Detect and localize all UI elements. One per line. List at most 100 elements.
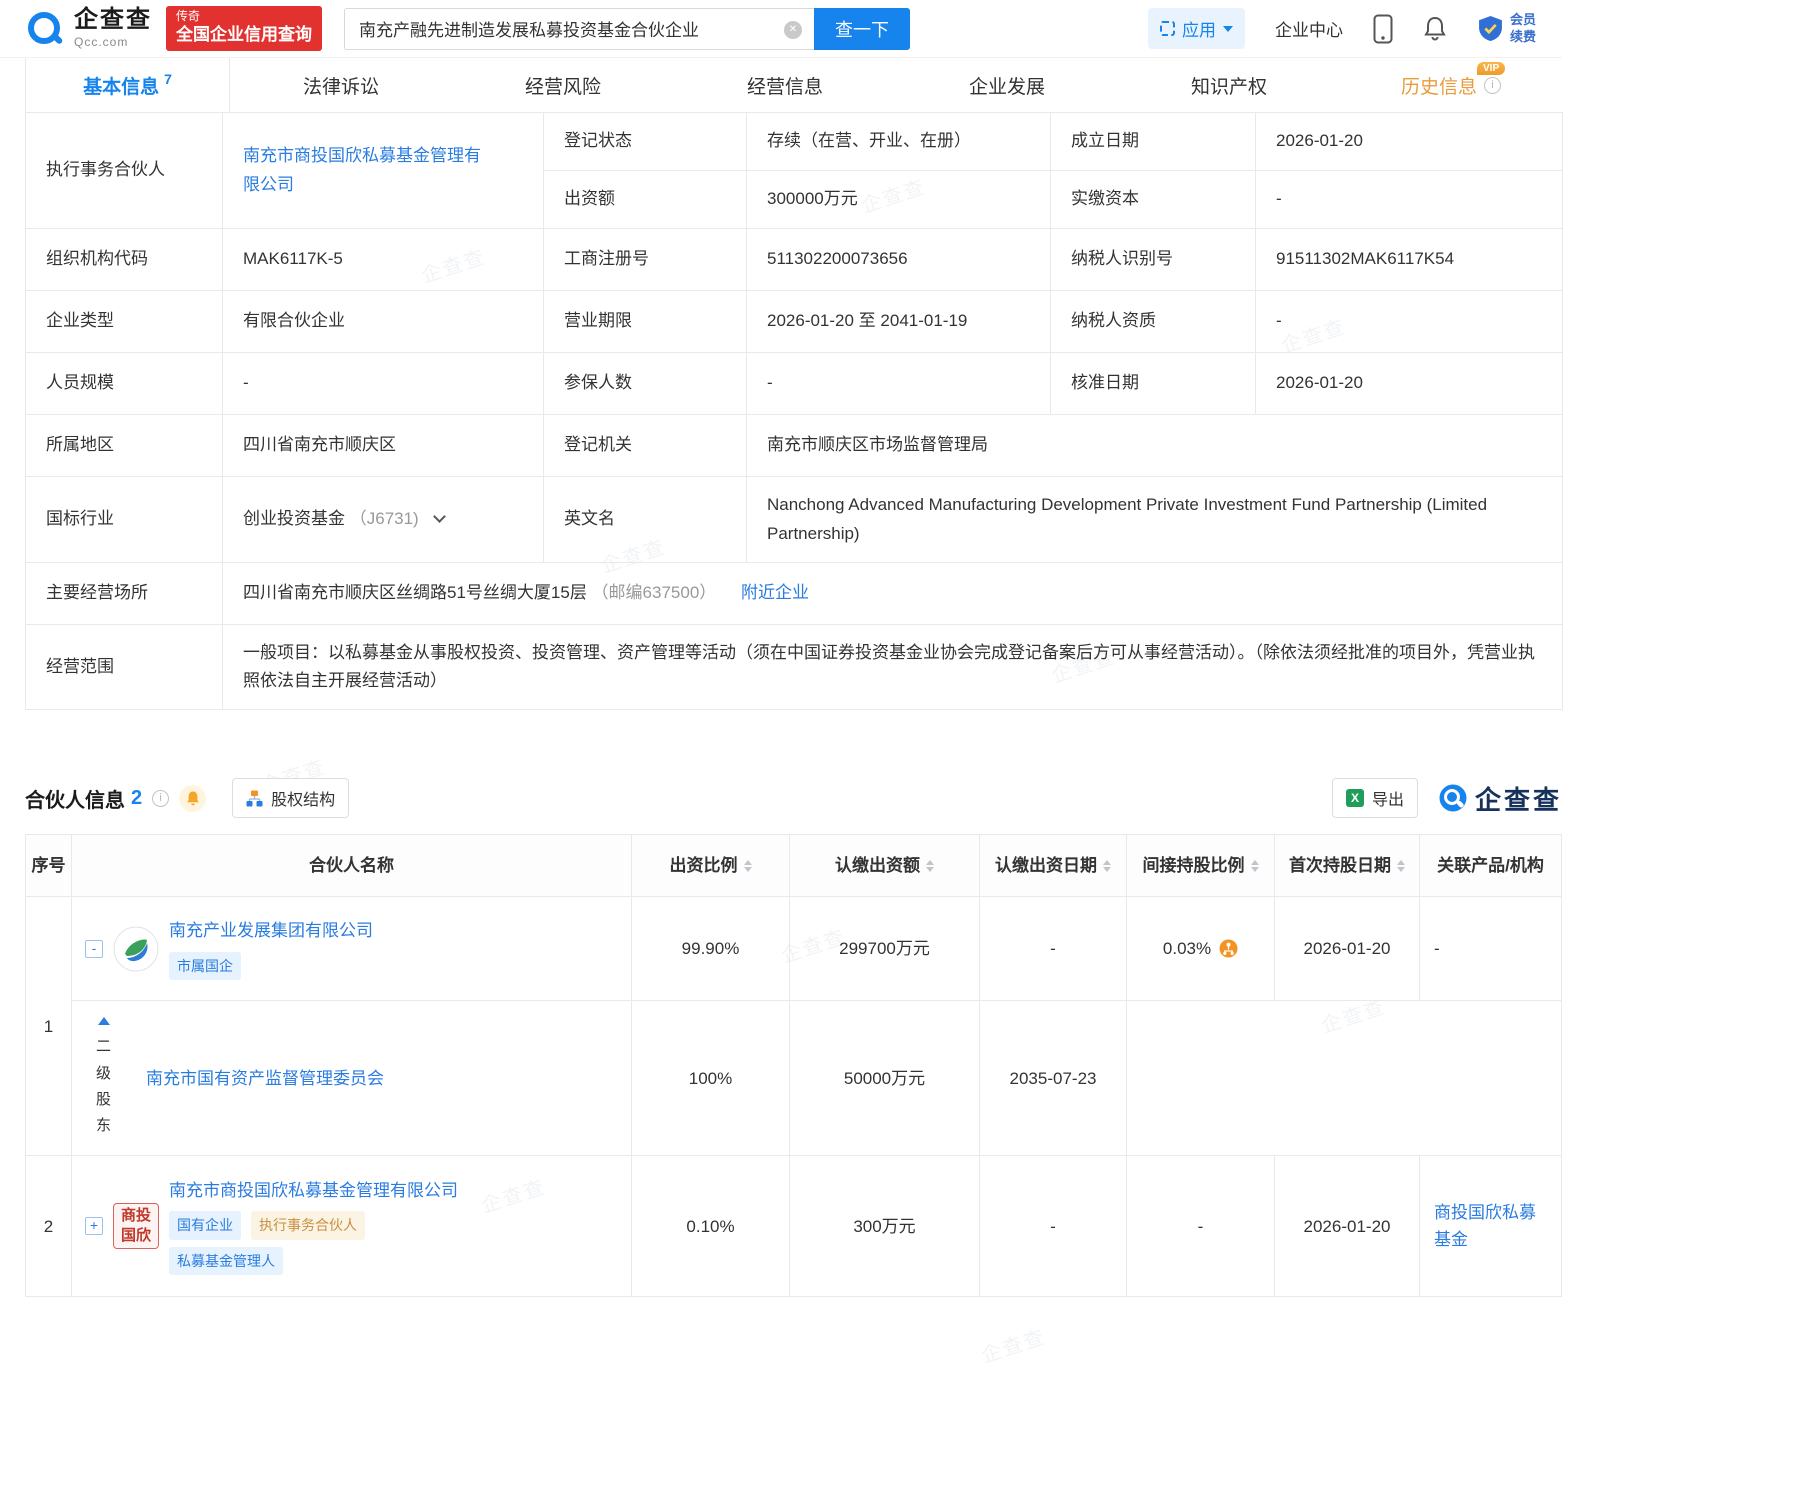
- chevron-down-icon: [1223, 26, 1233, 32]
- excel-icon: X: [1346, 789, 1364, 807]
- col-header-indirect-ratio[interactable]: 间接持股比例: [1127, 835, 1275, 897]
- empty-cell: [1127, 1001, 1561, 1156]
- value-reg-authority: 南充市顺庆区市场监督管理局: [747, 415, 1563, 477]
- sub-shareholder-link[interactable]: 南充市国有资产监督管理委员会: [146, 1065, 384, 1092]
- col-header-ratio[interactable]: 出资比例: [632, 835, 790, 897]
- sort-icon[interactable]: [1397, 860, 1405, 872]
- subscribe-date-cell: -: [980, 1156, 1127, 1296]
- value-region: 四川省南充市顺庆区: [223, 415, 544, 477]
- sort-icon[interactable]: [1103, 860, 1111, 872]
- tab-label: 历史信息: [1401, 72, 1477, 99]
- clear-search-icon[interactable]: ✕: [784, 21, 802, 39]
- value-business-scope: 一般项目：以私募基金从事股权投资、投资管理、资产管理等活动（须在中国证券投资基金…: [223, 625, 1563, 710]
- label-exec-partner: 执行事务合伙人: [26, 113, 223, 229]
- search-button[interactable]: 查一下: [814, 8, 910, 50]
- collapse-toggle[interactable]: -: [85, 940, 103, 958]
- sort-icon[interactable]: [744, 860, 752, 872]
- col-header-first-date[interactable]: 首次持股日期: [1275, 835, 1420, 897]
- value-exec-partner: 南充市商投国欣私募基金管理有限公司: [223, 113, 544, 229]
- related-fund-link[interactable]: 商投国欣私募基金: [1434, 1199, 1547, 1253]
- member-badge-icon: [1477, 15, 1504, 42]
- equity-penetration-icon[interactable]: [1219, 939, 1238, 958]
- expand-toggle[interactable]: +: [85, 1217, 103, 1235]
- label-staff-size: 人员规模: [26, 353, 223, 415]
- tab-label: 经营风险: [525, 72, 601, 99]
- search-input[interactable]: [345, 9, 814, 49]
- logo-title: 企查查: [74, 8, 152, 32]
- tab-history-info[interactable]: VIP 历史信息 i: [1340, 58, 1562, 112]
- indirect-ratio-cell: -: [1127, 1156, 1275, 1296]
- qcc-company-page: 企查查 企查查 企查查 企查查 企查查 企查查 企查查 企查查 企查查 企查查 …: [0, 0, 1562, 1297]
- col-header-subscribe-date[interactable]: 认缴出资日期: [980, 835, 1127, 897]
- vip-badge: VIP: [1477, 62, 1505, 75]
- partner-row: 2 + 商投 国欣 南充市商投国欣私募基金管理有限公司 国有企业 执行事务合伙人: [26, 1156, 1561, 1296]
- export-button[interactable]: X 导出: [1332, 778, 1418, 818]
- value-reg-status: 存续（在营、开业、在册）: [747, 113, 1051, 171]
- value-company-type: 有限合伙企业: [223, 291, 544, 353]
- partner-tag: 市属国企: [169, 952, 241, 980]
- enterprise-center-link[interactable]: 企业中心: [1275, 16, 1343, 41]
- value-reg-number: 511302200073656: [747, 229, 1051, 291]
- partner-name-link[interactable]: 南充市商投国欣私募基金管理有限公司: [169, 1177, 458, 1204]
- label-insured-count: 参保人数: [544, 353, 747, 415]
- tab-label: 企业发展: [969, 72, 1045, 99]
- sort-icon[interactable]: [926, 860, 934, 872]
- equity-structure-button[interactable]: 股权结构: [232, 778, 349, 818]
- label-address: 主要经营场所: [26, 563, 223, 625]
- mobile-app-icon[interactable]: [1373, 14, 1393, 44]
- sub-shareholder-level-text: 二级股东: [95, 1034, 112, 1139]
- label-reg-number: 工商注册号: [544, 229, 747, 291]
- apps-menu[interactable]: 应用: [1148, 8, 1245, 49]
- tab-basic-info[interactable]: 基本信息 7: [25, 58, 230, 112]
- member-label-line1: 会员: [1510, 12, 1536, 27]
- address-text: 四川省南充市顺庆区丝绸路51号丝绸大厦15层: [243, 583, 587, 602]
- sort-icon[interactable]: [1251, 860, 1259, 872]
- badge-line2: 全国企业信用查询: [176, 24, 312, 45]
- label-org-code: 组织机构代码: [26, 229, 223, 291]
- tab-legal-proceedings[interactable]: 法律诉讼: [230, 58, 452, 112]
- partner-name-link[interactable]: 南充产业发展集团有限公司: [169, 917, 373, 944]
- qcc-logo[interactable]: 企查查 Qcc.com: [25, 8, 152, 49]
- info-icon[interactable]: i: [152, 790, 169, 807]
- label-business-scope: 经营范围: [26, 625, 223, 710]
- export-label: 导出: [1372, 786, 1404, 810]
- partners-section: 合伙人信息 2 i 股权结构: [25, 778, 1562, 1297]
- amount-cell: 299700万元: [790, 897, 980, 1001]
- company-logo[interactable]: [113, 926, 159, 972]
- chevron-down-icon[interactable]: [434, 511, 447, 524]
- member-renew[interactable]: 会员 续费: [1477, 12, 1536, 45]
- company-logo[interactable]: 商投 国欣: [113, 1203, 159, 1249]
- tab-enterprise-development[interactable]: 企业发展: [896, 58, 1118, 112]
- qcc-logo-icon: [25, 9, 65, 49]
- col-header-amount[interactable]: 认缴出资额: [790, 835, 980, 897]
- label-paid-capital: 实缴资本: [1051, 171, 1256, 229]
- equity-structure-label: 股权结构: [271, 786, 335, 810]
- info-icon[interactable]: i: [1484, 77, 1501, 94]
- tab-intellectual-property[interactable]: 知识产权: [1118, 58, 1340, 112]
- exec-partner-link[interactable]: 南充市商投国欣私募基金管理有限公司: [243, 142, 483, 198]
- notification-bell-icon[interactable]: [1423, 15, 1447, 42]
- value-taxpayer-qualification: -: [1256, 291, 1563, 353]
- subscribe-bell-icon[interactable]: [179, 785, 206, 812]
- sub-shareholder-name-cell: 二级股东 南充市国有资产监督管理委员会: [72, 1001, 632, 1156]
- partners-title: 合伙人信息: [25, 784, 125, 813]
- label-approval-date: 核准日期: [1051, 353, 1256, 415]
- value-business-term: 2026-01-20 至 2041-01-19: [747, 291, 1051, 353]
- label-reg-status: 登记状态: [544, 113, 747, 171]
- qcc-brand-text: 企查查: [1475, 780, 1562, 817]
- tab-operation-info[interactable]: 经营信息: [674, 58, 896, 112]
- nearby-companies-link[interactable]: 附近企业: [741, 583, 809, 602]
- value-approval-date: 2026-01-20: [1256, 353, 1563, 415]
- label-taxpayer-id: 纳税人识别号: [1051, 229, 1256, 291]
- logo-text-line2: 国欣: [121, 1226, 151, 1246]
- related-cell: 商投国欣私募基金: [1420, 1156, 1561, 1296]
- tab-label: 知识产权: [1191, 72, 1267, 99]
- value-insured-count: -: [747, 353, 1051, 415]
- label-reg-authority: 登记机关: [544, 415, 747, 477]
- tab-operation-risk[interactable]: 经营风险: [452, 58, 674, 112]
- partner-tag: 执行事务合伙人: [251, 1211, 365, 1239]
- top-header: 企查查 Qcc.com 传奇 全国企业信用查询 ✕ 查一下 应用: [0, 0, 1562, 58]
- value-capital: 300000万元: [747, 171, 1051, 229]
- tab-count-badge: 7: [164, 71, 172, 87]
- collapse-triangle-icon[interactable]: [98, 1017, 110, 1025]
